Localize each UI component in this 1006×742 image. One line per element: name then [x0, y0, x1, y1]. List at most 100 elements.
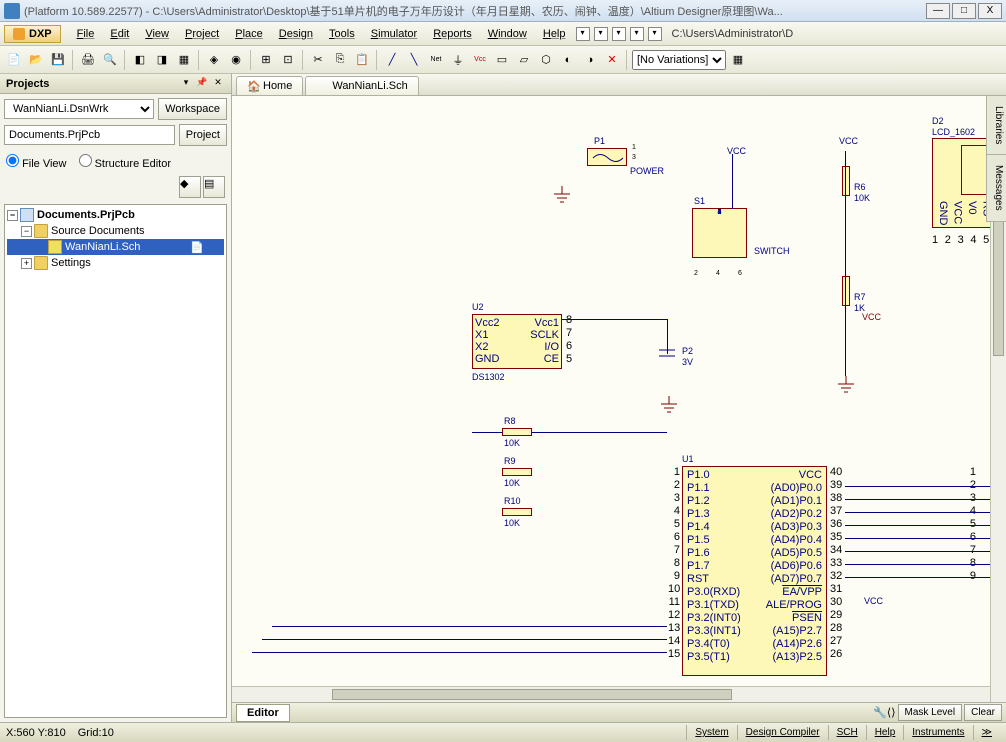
window-title: (Platform 10.589.22577) - C:\Users\Admin… [24, 3, 926, 19]
menu-view[interactable]: View [137, 24, 177, 44]
menu-design[interactable]: Design [271, 24, 321, 44]
editor-area: 🏠Home WanNianLi.Sch P1 POWER 1 3 VCC VCC… [232, 74, 1006, 722]
tb-1[interactable]: ◧ [130, 50, 150, 70]
libraries-tab[interactable]: Libraries [987, 96, 1006, 155]
status-sch[interactable]: SCH [828, 725, 866, 740]
ref-d2: D2 [932, 116, 944, 126]
tb-end[interactable]: ▦ [728, 50, 748, 70]
menu-place[interactable]: Place [227, 24, 271, 44]
scrollbar-horizontal[interactable] [232, 686, 990, 702]
workspace-button[interactable]: Workspace [158, 98, 227, 120]
status-system[interactable]: System [686, 725, 736, 740]
menu-simulator[interactable]: Simulator [363, 24, 425, 44]
menu-dropdown-5[interactable]: ▾ [648, 27, 662, 41]
messages-tab[interactable]: Messages [987, 155, 1006, 222]
tree-settings[interactable]: +Settings [7, 255, 224, 271]
menu-dropdown-2[interactable]: ▾ [594, 27, 608, 41]
side-tabs: Libraries Messages [986, 96, 1006, 222]
net-vcc-6: VCC [864, 596, 883, 606]
tb-4[interactable]: ◈ [204, 50, 224, 70]
variations-select[interactable]: [No Variations] [632, 50, 726, 70]
mask-level-button[interactable]: Mask Level [898, 704, 963, 721]
u1-right-nums: 403938373635343332313029282726 [830, 466, 846, 661]
preview-icon[interactable]: 🔍 [100, 50, 120, 70]
tab-home[interactable]: 🏠Home [236, 76, 303, 95]
part-icon[interactable]: ▭ [492, 50, 512, 70]
net-icon[interactable]: Net [426, 50, 446, 70]
status-help[interactable]: Help [866, 725, 904, 740]
minimize-button[interactable]: — [926, 3, 950, 19]
status-instruments[interactable]: Instruments [903, 725, 972, 740]
tb-n1[interactable]: ◐ [558, 50, 578, 70]
close-button[interactable]: X [978, 3, 1002, 19]
menu-bar: DXP File Edit View Project Place Design … [0, 22, 1006, 46]
dxp-menu[interactable]: DXP [4, 25, 61, 43]
file-view-radio[interactable]: File View [6, 154, 67, 170]
tree-project-root[interactable]: −Documents.PrjPcb [7, 207, 224, 223]
status-design-compiler[interactable]: Design Compiler [737, 725, 828, 740]
projects-panel: Projects ▾ 📌 ✕ WanNianLi.DsnWrk Workspac… [0, 74, 232, 722]
save-icon[interactable]: 💾 [48, 50, 68, 70]
panel-tb-2[interactable]: ▤ [203, 176, 225, 198]
title-bar: (Platform 10.589.22577) - C:\Users\Admin… [0, 0, 1006, 22]
val-r8: 10K [504, 438, 520, 448]
status-more[interactable]: ≫ [973, 725, 1000, 740]
tb-3[interactable]: ▦ [174, 50, 194, 70]
port-icon[interactable]: ⬡ [536, 50, 556, 70]
nav-icon[interactable]: ⟨⟩ [887, 706, 896, 719]
menu-help[interactable]: Help [535, 24, 574, 44]
workspace-select[interactable]: WanNianLi.DsnWrk [4, 99, 154, 119]
menu-dropdown-3[interactable]: ▾ [612, 27, 626, 41]
schematic-canvas[interactable]: P1 POWER 1 3 VCC VCC VCC VCC VCC VCC S1 … [232, 96, 1006, 702]
menu-reports[interactable]: Reports [425, 24, 480, 44]
clear-button[interactable]: Clear [964, 704, 1002, 721]
ref-s1: S1 [694, 196, 705, 206]
panel-pin-icon[interactable]: 📌 [195, 77, 209, 91]
copy-icon[interactable]: ⎘ [330, 50, 350, 70]
ref-u2: U2 [472, 302, 484, 312]
tab-schematic[interactable]: WanNianLi.Sch [305, 76, 418, 95]
zoom-sel-icon[interactable]: ⊡ [278, 50, 298, 70]
filter-icon[interactable]: 🔧 [873, 706, 887, 719]
wire-icon[interactable]: ╱ [382, 50, 402, 70]
menu-dropdown-1[interactable]: ▾ [576, 27, 590, 41]
menu-file[interactable]: File [69, 24, 103, 44]
panel-menu-icon[interactable]: ▾ [179, 77, 193, 91]
print-icon[interactable]: 🖨 [78, 50, 98, 70]
project-tree[interactable]: −Documents.PrjPcb −Source Documents WanN… [4, 204, 227, 718]
projects-body: WanNianLi.DsnWrk Workspace Project File … [0, 94, 231, 204]
project-input[interactable] [4, 125, 175, 145]
zoom-fit-icon[interactable]: ⊞ [256, 50, 276, 70]
tb-n2[interactable]: ◑ [580, 50, 600, 70]
label-lcd: LCD_1602 [932, 127, 975, 137]
menu-dropdown-4[interactable]: ▾ [630, 27, 644, 41]
ref-r8: R8 [504, 416, 516, 426]
editor-footer: Editor 🔧 ⟨⟩ Mask Level Clear [232, 702, 1006, 722]
project-button[interactable]: Project [179, 124, 227, 146]
paste-icon[interactable]: 📋 [352, 50, 372, 70]
ref-p1: P1 [594, 136, 605, 146]
comp-r10 [502, 508, 532, 516]
open-icon[interactable]: 📂 [26, 50, 46, 70]
maximize-button[interactable]: □ [952, 3, 976, 19]
tb-2[interactable]: ◨ [152, 50, 172, 70]
new-icon[interactable]: 📄 [4, 50, 24, 70]
noerc-icon[interactable]: ✕ [602, 50, 622, 70]
panel-tb-1[interactable]: ◆ [179, 176, 201, 198]
tree-source-documents[interactable]: −Source Documents [7, 223, 224, 239]
structure-editor-radio[interactable]: Structure Editor [79, 154, 171, 170]
sheet-icon[interactable]: ▱ [514, 50, 534, 70]
menu-project[interactable]: Project [177, 24, 227, 44]
menu-edit[interactable]: Edit [102, 24, 137, 44]
panel-close-icon[interactable]: ✕ [211, 77, 225, 91]
bus-icon[interactable]: ╲ [404, 50, 424, 70]
tree-schematic-file[interactable]: WanNianLi.Sch📄 [7, 239, 224, 255]
editor-tab[interactable]: Editor [236, 704, 290, 722]
menu-window[interactable]: Window [480, 24, 535, 44]
u1-left-pins: P1.0P1.1P1.2P1.3P1.4P1.5P1.6P1.7RSTP3.0(… [687, 469, 755, 673]
vcc-icon[interactable]: Vcc [470, 50, 490, 70]
menu-tools[interactable]: Tools [321, 24, 363, 44]
gnd-icon[interactable]: ⏚ [448, 50, 468, 70]
cut-icon[interactable]: ✂ [308, 50, 328, 70]
tb-5[interactable]: ◉ [226, 50, 246, 70]
